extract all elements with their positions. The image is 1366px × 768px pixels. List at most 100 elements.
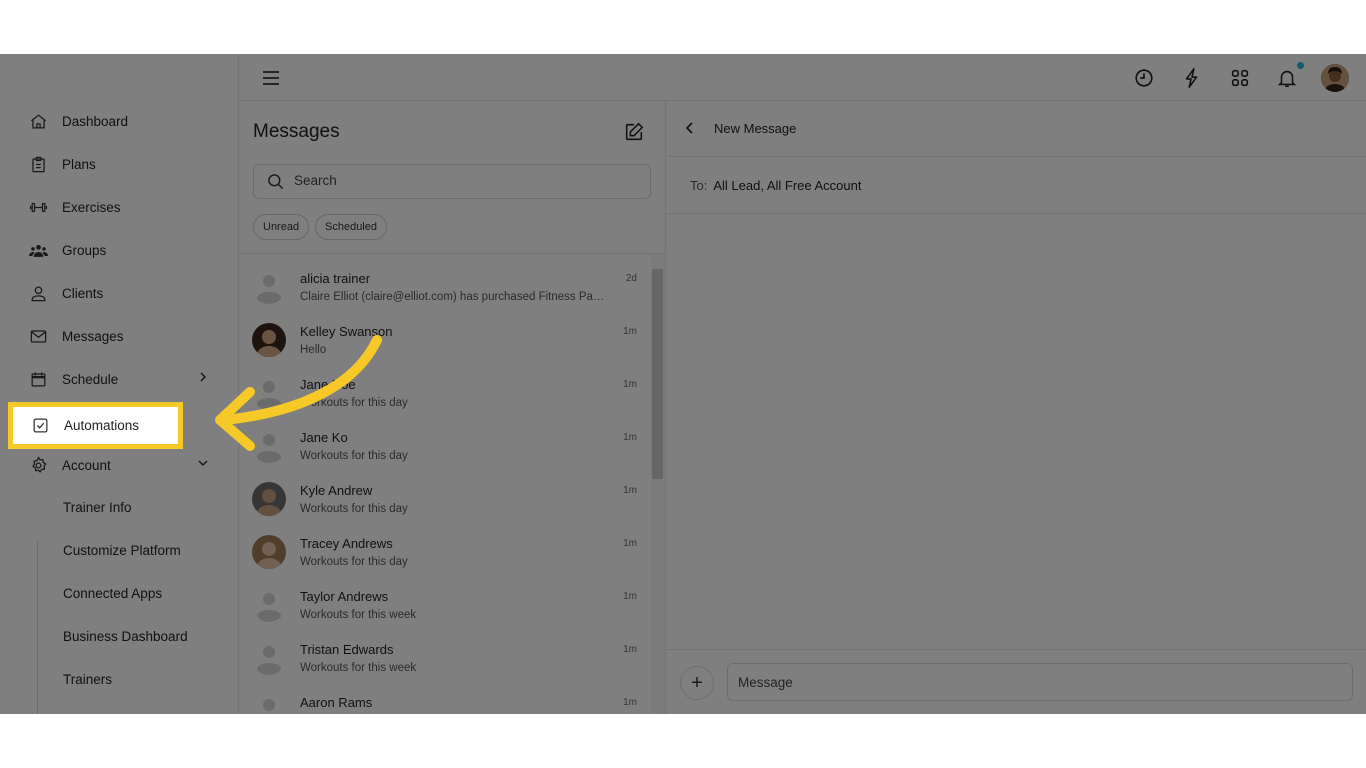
gear-icon — [28, 455, 48, 475]
notification-dot — [1297, 62, 1304, 69]
dumbbell-icon — [28, 197, 48, 217]
conversation-row[interactable]: Kyle Andrew Workouts for this day 1m — [239, 466, 651, 519]
sidebar-item-exercises[interactable]: Exercises — [0, 187, 239, 227]
message-input[interactable] — [738, 675, 1238, 690]
to-label: To: — [690, 178, 708, 193]
recipients-row[interactable]: To: All Lead, All Free Account — [690, 178, 862, 193]
sidebar-item-label: Messages — [62, 328, 124, 344]
sidebar-subitem-customize-platform[interactable]: Customize Platform — [63, 541, 181, 561]
conversation-row[interactable]: Aaron Rams 1m — [239, 678, 651, 714]
sidebar: Dashboard Plans Exercises Groups Clients… — [0, 54, 239, 714]
conversation-preview: Hello — [300, 344, 327, 356]
calendar-icon — [28, 369, 48, 389]
conversation-time: 1m — [623, 485, 637, 496]
conversation-preview: Workouts for this day — [300, 397, 408, 409]
sidebar-item-schedule[interactable]: Schedule — [0, 359, 239, 399]
person-icon — [28, 283, 48, 303]
conversation-time: 1m — [623, 538, 637, 549]
search-icon — [268, 174, 284, 190]
conversation-time: 1m — [623, 591, 637, 602]
conversation-row[interactable]: Jane Ko Workouts for this day 1m — [239, 413, 651, 466]
conversation-preview: Workouts for this week — [300, 662, 417, 674]
conversation-row[interactable]: alicia trainer Claire Elliot (claire@elli… — [239, 254, 651, 307]
message-detail-pane: New Message To: All Lead, All Free Accoun… — [667, 101, 1366, 714]
conversation-preview: Workouts for this day — [300, 450, 408, 462]
conversation-row[interactable]: Tristan Edwards Workouts for this week 1m — [239, 625, 651, 678]
conversation-row[interactable]: Taylor Andrews Workouts for this week 1m — [239, 572, 651, 625]
clock-icon[interactable] — [1133, 67, 1155, 89]
chevron-right-icon — [200, 372, 207, 382]
sidebar-item-label: Plans — [62, 156, 96, 172]
search-box[interactable] — [253, 164, 651, 199]
avatar-placeholder-icon — [252, 694, 286, 714]
scrollbar-thumb[interactable] — [652, 269, 663, 479]
sidebar-item-label: Groups — [62, 242, 107, 258]
sidebar-item-automations[interactable]: Automations — [8, 402, 183, 449]
avatar-placeholder-icon — [252, 588, 286, 622]
bell-icon[interactable] — [1276, 67, 1298, 89]
back-arrow-icon[interactable] — [683, 121, 697, 135]
conversation-name: Kelley Swanson — [300, 324, 393, 339]
sidebar-item-dashboard[interactable]: Dashboard — [0, 101, 239, 141]
lightning-icon[interactable] — [1181, 67, 1203, 89]
submenu-line — [37, 541, 38, 714]
conversation-preview: Workouts for this day — [300, 503, 408, 515]
conversation-time: 1m — [623, 644, 637, 655]
conversation-preview: Workouts for this week — [300, 609, 417, 621]
add-attachment-button[interactable]: + — [680, 666, 714, 700]
sidebar-item-messages[interactable]: Messages — [0, 316, 239, 356]
conversation-name: Jane Doe — [300, 377, 356, 392]
avatar-placeholder-icon — [252, 376, 286, 410]
sidebar-item-label: Exercises — [62, 199, 121, 215]
sidebar-item-label: Dashboard — [62, 113, 129, 129]
conversation-name: Aaron Rams — [300, 695, 373, 710]
divider — [667, 649, 1366, 650]
clipboard-icon — [28, 154, 48, 174]
conversation-row[interactable]: Kelley Swanson Hello 1m — [239, 307, 651, 360]
message-box[interactable] — [727, 663, 1353, 701]
sidebar-item-plans[interactable]: Plans — [0, 144, 239, 184]
detail-title: New Message — [714, 121, 797, 136]
search-input[interactable] — [294, 173, 594, 188]
apps-grid-icon[interactable] — [1229, 67, 1251, 89]
divider — [667, 213, 1366, 214]
sidebar-item-groups[interactable]: Groups — [0, 230, 239, 270]
sidebar-subitem-trainer-info[interactable]: Trainer Info — [63, 498, 132, 518]
sidebar-item-clients[interactable]: Clients — [0, 273, 239, 313]
sidebar-item-account[interactable]: Account — [0, 445, 239, 485]
conversation-time: 1m — [623, 432, 637, 443]
filter-scheduled-chip[interactable]: Scheduled — [315, 214, 387, 240]
avatar-placeholder-icon — [252, 429, 286, 463]
app-window: Dashboard Plans Exercises Groups Clients… — [0, 54, 1366, 714]
conversation-time: 2d — [625, 273, 637, 284]
sidebar-item-label: Automations — [64, 418, 140, 433]
sidebar-item-label: Clients — [62, 285, 104, 301]
conversation-row[interactable]: Tracey Andrews Workouts for this day 1m — [239, 519, 651, 572]
conversation-name: Jane Ko — [300, 430, 348, 445]
hamburger-menu-icon[interactable] — [261, 68, 281, 88]
sidebar-subitem-trainers[interactable]: Trainers — [63, 670, 112, 690]
compose-icon[interactable] — [623, 121, 645, 143]
sidebar-subitem-connected-apps[interactable]: Connected Apps — [63, 584, 162, 604]
contact-avatar — [252, 535, 286, 569]
divider — [667, 156, 1366, 157]
messages-panel: Messages Unread Scheduled alicia trainer… — [239, 101, 666, 714]
user-avatar[interactable] — [1321, 64, 1349, 92]
conversation-time: 1m — [623, 326, 637, 337]
conversation-row[interactable]: Jane Doe Workouts for this day 1m — [239, 360, 651, 413]
contact-avatar — [252, 323, 286, 357]
checkbox-icon — [30, 416, 50, 436]
conversation-preview: Workouts for this day — [300, 556, 408, 568]
conversation-name: alicia trainer — [300, 271, 371, 286]
conversation-name: Tracey Andrews — [300, 536, 393, 551]
home-icon — [28, 111, 48, 131]
sidebar-item-label: Account — [62, 457, 111, 473]
sidebar-subitem-business-dashboard[interactable]: Business Dashboard — [63, 627, 188, 647]
messages-title: Messages — [253, 121, 340, 142]
filter-unread-chip[interactable]: Unread — [253, 214, 310, 240]
avatar-placeholder-icon — [252, 641, 286, 675]
conversation-time: 1m — [623, 697, 637, 708]
sidebar-item-label: Schedule — [62, 371, 119, 387]
group-icon — [28, 240, 48, 260]
mail-icon — [28, 326, 48, 346]
